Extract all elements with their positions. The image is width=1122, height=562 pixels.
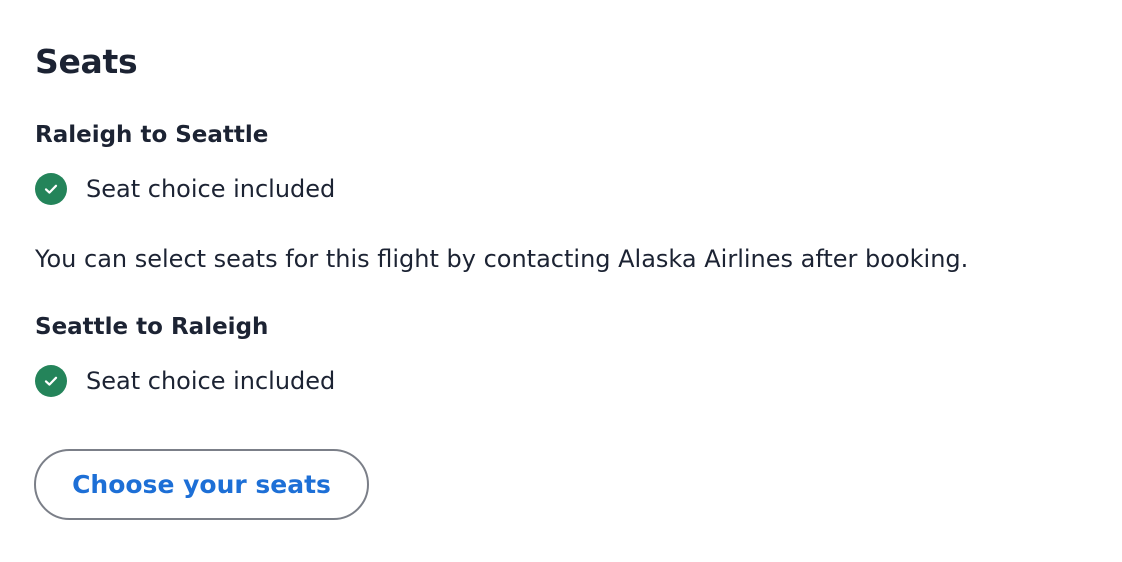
leg-title-seattle-raleigh: Seattle to Raleigh <box>35 314 269 340</box>
check-circle-icon <box>35 173 67 205</box>
section-title: Seats <box>35 42 138 81</box>
check-circle-icon <box>35 365 67 397</box>
seat-status-leg-2: Seat choice included <box>35 364 335 398</box>
seats-section: Seats Raleigh to Seattle Seat choice inc… <box>0 0 1122 562</box>
leg-title-raleigh-seattle: Raleigh to Seattle <box>35 122 269 148</box>
seat-status-text: Seat choice included <box>86 367 336 395</box>
seat-selection-note: You can select seats for this flight by … <box>35 245 969 273</box>
seat-status-text: Seat choice included <box>86 175 336 203</box>
seat-status-leg-1: Seat choice included <box>35 172 335 206</box>
choose-seats-button[interactable]: Choose your seats <box>34 449 369 520</box>
